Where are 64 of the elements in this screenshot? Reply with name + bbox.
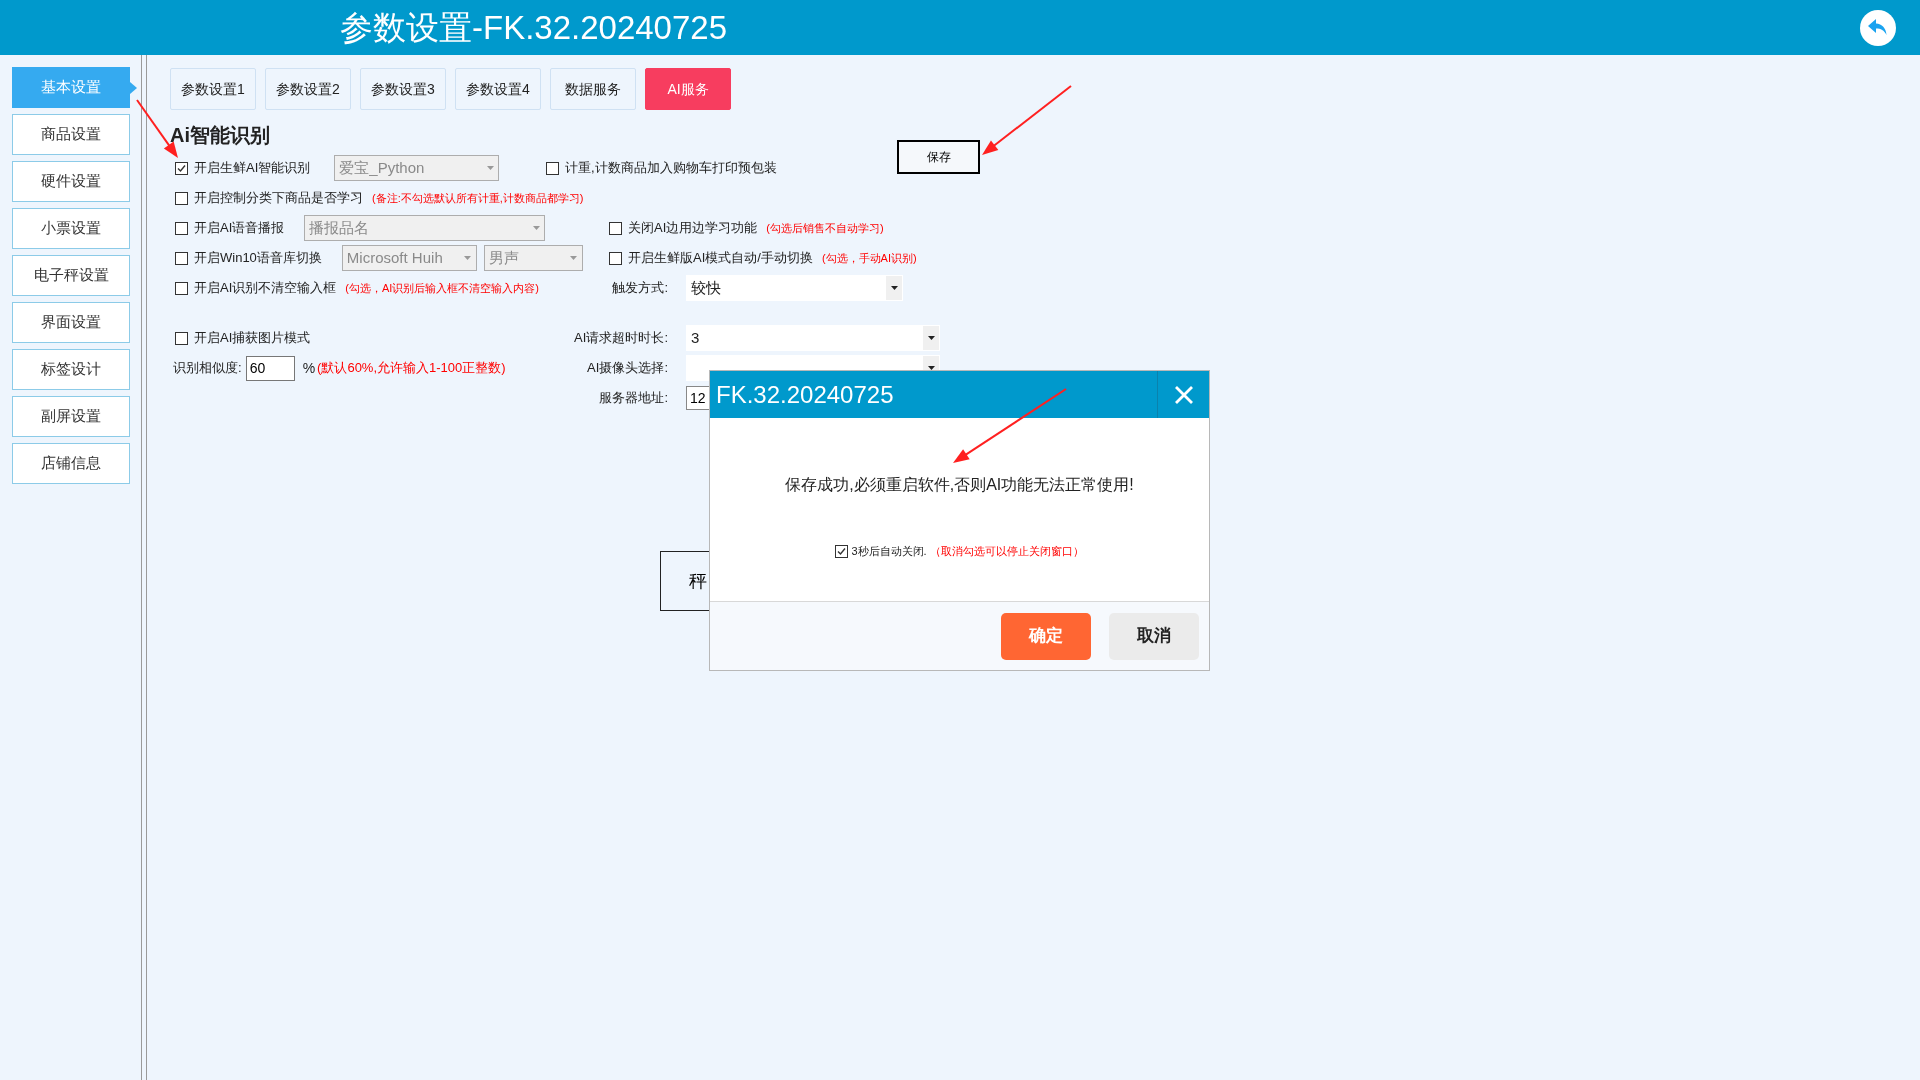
tab[interactable]: 数据服务 [550, 68, 636, 110]
option-label: 3秒后自动关闭. [851, 544, 927, 559]
caret-icon [570, 256, 578, 260]
caret-icon [486, 166, 494, 170]
note-text: (勾选后销售不自动学习) [766, 220, 884, 236]
option-label: 开启生鲜版AI模式自动/手动切换 [628, 249, 813, 268]
dialog-message: 保存成功,必须重启软件,否则AI功能无法正常使用! [785, 475, 1134, 495]
dropdown[interactable]: 较快 [686, 275, 903, 301]
note-text: （取消勾选可以停止关闭窗口） [929, 544, 1084, 559]
sidebar-item[interactable]: 硬件设置 [12, 161, 130, 202]
checkbox[interactable] [609, 221, 622, 235]
checkbox[interactable] [175, 331, 188, 345]
checkbox[interactable] [175, 191, 188, 205]
checkbox[interactable] [175, 251, 188, 265]
unit-text: % [302, 358, 316, 378]
save-button[interactable]: 保存 [897, 140, 980, 174]
cancel-button[interactable]: 取消 [1109, 612, 1199, 660]
section-title: Ai智能识别 [170, 123, 271, 148]
tab[interactable]: 参数设置3 [360, 68, 446, 110]
option-label: 开启AI识别不清空输入框 [194, 279, 337, 298]
checkbox[interactable] [175, 161, 188, 175]
option-label: 开启控制分类下商品是否学习 [194, 189, 363, 208]
sidebar-item[interactable]: 电子秤设置 [12, 255, 130, 296]
option-label: 开启Win10语音库切换 [194, 249, 322, 268]
checkbox[interactable] [546, 161, 559, 175]
caret-icon [532, 226, 540, 230]
option-label: 关闭AI边用边学习功能 [628, 219, 758, 238]
note-text: (勾选，手动AI识别) [821, 250, 917, 266]
field-label: AI请求超时时长: [574, 329, 668, 348]
field-label: 触发方式: [612, 279, 668, 298]
sidebar-item[interactable]: 店铺信息 [12, 443, 130, 484]
dialog-title: FK.32.20240725 [716, 379, 894, 410]
checkbox[interactable] [175, 281, 188, 295]
option-label: 开启AI捕获图片模式 [194, 329, 311, 348]
note-text: (勾选，AI识别后输入框不清空输入内容) [345, 280, 540, 296]
close-icon [1173, 384, 1194, 405]
option-label: 开启AI语音播报 [194, 219, 285, 238]
option-label: 计重,计数商品加入购物车打印预包装 [565, 159, 777, 178]
selection-notch [130, 81, 137, 94]
dropdown[interactable]: 3 [686, 325, 940, 351]
note-text: (默认60%,允许输入1-100正整数) [317, 359, 506, 378]
checkbox[interactable] [175, 221, 188, 235]
sidebar-item[interactable]: 标签设计 [12, 349, 130, 390]
sidebar-item[interactable]: 商品设置 [12, 114, 130, 155]
sidebar-item[interactable]: 副屏设置 [12, 396, 130, 437]
similarity-input[interactable]: 60 [245, 355, 295, 381]
tab[interactable]: AI服务 [645, 68, 731, 110]
back-button[interactable] [1860, 9, 1896, 46]
tab[interactable]: 参数设置1 [170, 68, 256, 110]
caret-icon [464, 256, 472, 260]
tab[interactable]: 参数设置4 [455, 68, 541, 110]
field-label: 服务器地址: [599, 389, 668, 408]
note-text: (备注:不勾选默认所有计重,计数商品都学习) [372, 190, 584, 206]
caret-icon [890, 286, 898, 290]
option-label: 开启生鲜AI智能识别 [194, 159, 311, 178]
sidebar-item[interactable]: 小票设置 [12, 208, 130, 249]
field-label: AI摄像头选择: [587, 359, 668, 378]
checkbox[interactable] [609, 251, 622, 265]
checkbox[interactable] [835, 544, 849, 558]
tab[interactable]: 参数设置2 [265, 68, 351, 110]
field-label: 识别相似度: [173, 359, 242, 378]
window-title: 参数设置-FK.32.20240725 [340, 7, 728, 48]
sidebar-item[interactable]: 界面设置 [12, 302, 130, 343]
caret-icon [927, 336, 935, 340]
